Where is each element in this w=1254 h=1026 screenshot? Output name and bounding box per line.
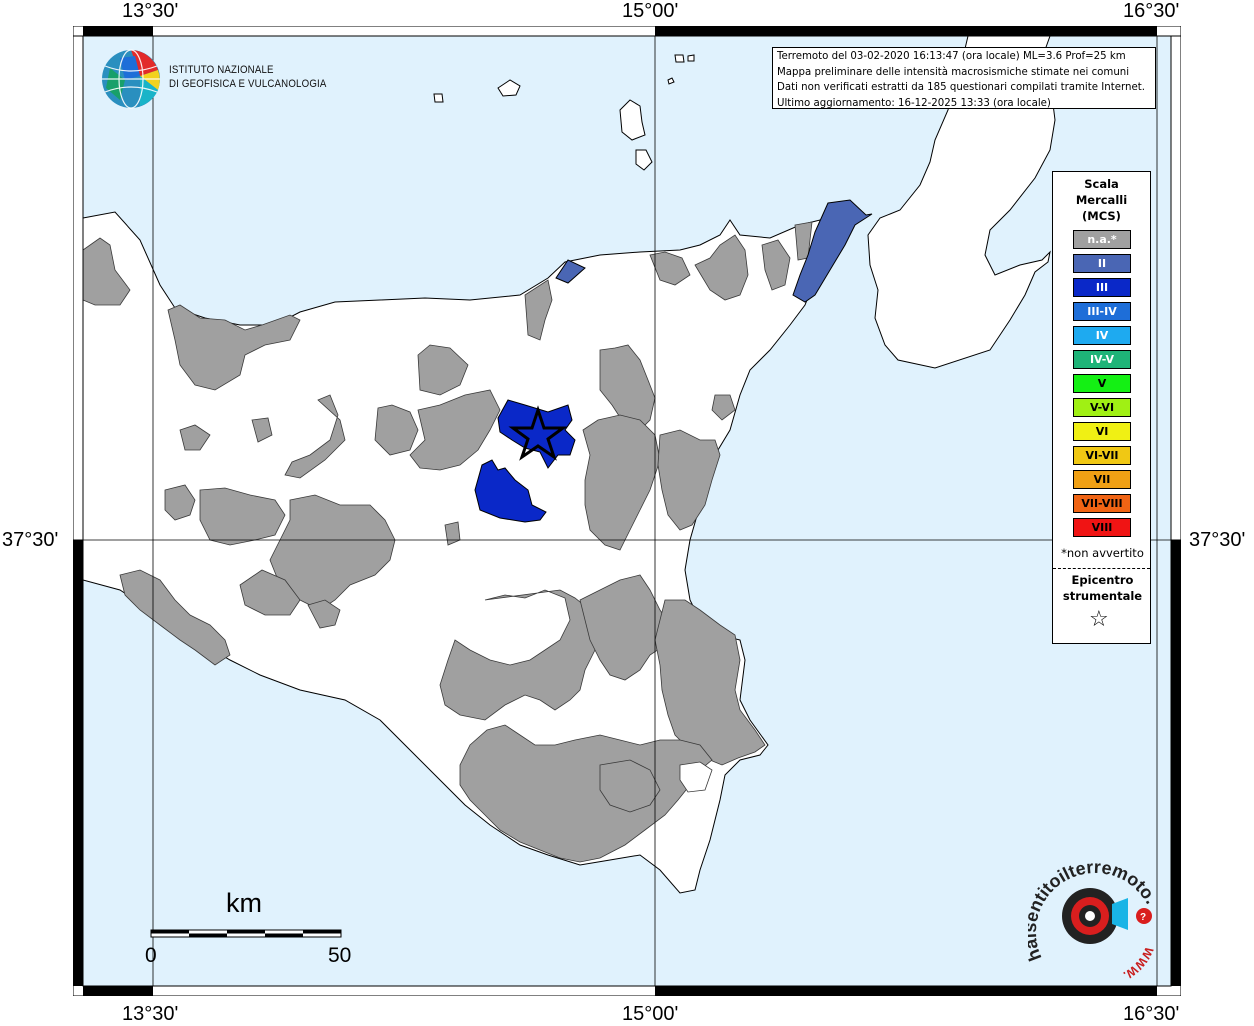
ingv-name-line1: ISTITUTO NAZIONALE [169, 64, 274, 76]
legend-title: Scala Mercalli (MCS) [1053, 176, 1150, 224]
scale-bar [150, 929, 342, 938]
legend-epicenter-label: Epicentro strumentale [1053, 572, 1152, 604]
legend-swatch-viii: VIII [1073, 518, 1131, 537]
island-stromboli [674, 54, 685, 63]
legend-swatch-iii: III [1073, 278, 1131, 297]
event-info-line3: Dati non verificati estratti da 185 ques… [777, 82, 1145, 93]
ingv-name-line2: DI GEOFISICA E VULCANOLOGIA [169, 78, 327, 90]
lat-tick-right: 37°30' [1189, 529, 1246, 551]
legend-swatch-iii-iv: III-IV [1073, 302, 1131, 321]
legend-swatch-iv: IV [1073, 326, 1131, 345]
lon-tick-top-1: 13°30' [122, 0, 179, 22]
scale-bar-max: 50 [328, 944, 352, 967]
legend-star-icon: ☆ [1089, 607, 1109, 632]
legend-note: *non avvertito [1061, 546, 1144, 560]
legend-title-line2: Mercalli [1075, 193, 1128, 207]
legend-swatch-ii: II [1073, 254, 1131, 273]
scale-bar-min: 0 [145, 944, 157, 967]
legend-title-line3: (MCS) [1082, 209, 1121, 223]
legend-swatch-v: V [1073, 374, 1131, 393]
legend-title-line1: Scala [1084, 177, 1119, 191]
lon-tick-bottom-3: 16°30' [1123, 1003, 1180, 1025]
lon-tick-bottom-1: 13°30' [122, 1003, 179, 1025]
legend-swatch-v-vi: V-VI [1073, 398, 1131, 417]
lon-tick-bottom-2: 15°00' [622, 1003, 679, 1025]
haisentito-logo: haisentitoilterremoto.it WWW. ? [1028, 858, 1162, 983]
legend-epicenter-line1: Epicentro [1071, 573, 1134, 587]
event-info-line2: Mappa preliminare delle intensità macros… [777, 66, 1130, 78]
ingv-name: ISTITUTO NAZIONALE DI GEOFISICA E VULCAN… [169, 63, 327, 91]
island-panarea [433, 93, 444, 103]
scale-bar-unit: km [226, 888, 262, 918]
event-info-line1: Terremoto del 03-02-2020 16:13:47 (ora l… [777, 51, 1126, 62]
legend-swatch-vii-viii: VII-VIII [1073, 494, 1131, 513]
legend-swatch-vii: VII [1073, 470, 1131, 489]
legend-swatch-vi-vii: VI-VII [1073, 446, 1131, 465]
legend-swatch-vi: VI [1073, 422, 1131, 441]
lon-tick-top-3: 16°30' [1123, 0, 1180, 22]
legend-swatch-n-a: n.a.* [1073, 230, 1131, 249]
legend-separator [1053, 568, 1150, 569]
legend-epicenter-line2: strumentale [1062, 589, 1143, 603]
haisentito-logo-www: WWW. [1121, 945, 1156, 983]
event-info-line4: Ultimo aggiornamento: 16-12-2025 13:33 (… [777, 97, 1051, 109]
lon-tick-top-2: 15°00' [622, 0, 679, 22]
legend-swatch-iv-v: IV-V [1073, 350, 1131, 369]
ingv-globe-logo [102, 49, 160, 109]
intensity-map [73, 26, 1181, 996]
event-info-box: Terremoto del 03-02-2020 16:13:47 (ora l… [772, 47, 1156, 109]
mcs-legend: Scala Mercalli (MCS) n.a.* II III III-IV IV I… [1052, 171, 1151, 644]
lat-tick-left: 37°30' [2, 529, 59, 551]
svg-text:?: ? [1140, 912, 1146, 923]
island-alicudi [687, 54, 695, 62]
